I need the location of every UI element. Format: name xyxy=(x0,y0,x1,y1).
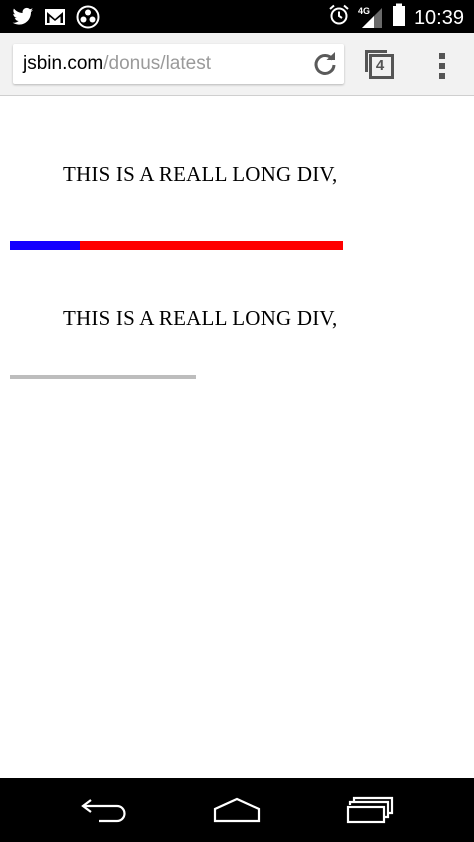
tab-count: 4 xyxy=(375,57,385,74)
app-notification-icon xyxy=(76,5,100,34)
notification-icons xyxy=(12,5,100,34)
overflow-menu-button[interactable] xyxy=(434,52,450,80)
battery-icon xyxy=(392,3,406,32)
status-bar: 4G 10:39 xyxy=(0,0,474,33)
clock: 10:39 xyxy=(413,6,464,29)
recent-apps-icon xyxy=(346,796,394,824)
home-icon xyxy=(213,797,261,823)
gmail-icon xyxy=(44,8,66,31)
browser-toolbar: jsbin.com/donus/latest 4 xyxy=(0,33,474,96)
home-button[interactable] xyxy=(211,795,263,825)
back-icon xyxy=(81,799,126,823)
tab-switcher-button[interactable]: 4 xyxy=(363,48,395,82)
progress-bar-1-rest xyxy=(79,241,343,250)
page-content: THIS IS A REALL LONG DIV, THIS IS A REAL… xyxy=(0,96,474,778)
alarm-icon xyxy=(328,4,350,31)
url-host: jsbin.com xyxy=(23,53,104,74)
back-button[interactable] xyxy=(79,795,131,825)
recent-apps-button[interactable] xyxy=(344,795,396,825)
long-div-text-2: THIS IS A REALL LONG DIV, xyxy=(63,306,338,330)
signal-icon: 4G xyxy=(358,6,384,30)
reload-icon xyxy=(314,52,336,75)
more-vert-icon xyxy=(439,53,445,79)
url-text[interactable]: jsbin.com/donus/latest xyxy=(23,52,211,76)
progress-bar-1 xyxy=(10,241,343,250)
url-path: /donus/latest xyxy=(103,53,211,74)
reload-button[interactable] xyxy=(312,51,338,77)
twitter-icon xyxy=(12,7,34,32)
progress-bar-1-fill xyxy=(10,241,80,250)
progress-bar-2 xyxy=(10,375,196,379)
long-div-text-1: THIS IS A REALL LONG DIV, xyxy=(63,162,338,186)
address-bar[interactable]: jsbin.com/donus/latest xyxy=(13,44,344,84)
system-icons: 4G 10:39 xyxy=(328,3,464,32)
navigation-bar xyxy=(0,778,474,842)
